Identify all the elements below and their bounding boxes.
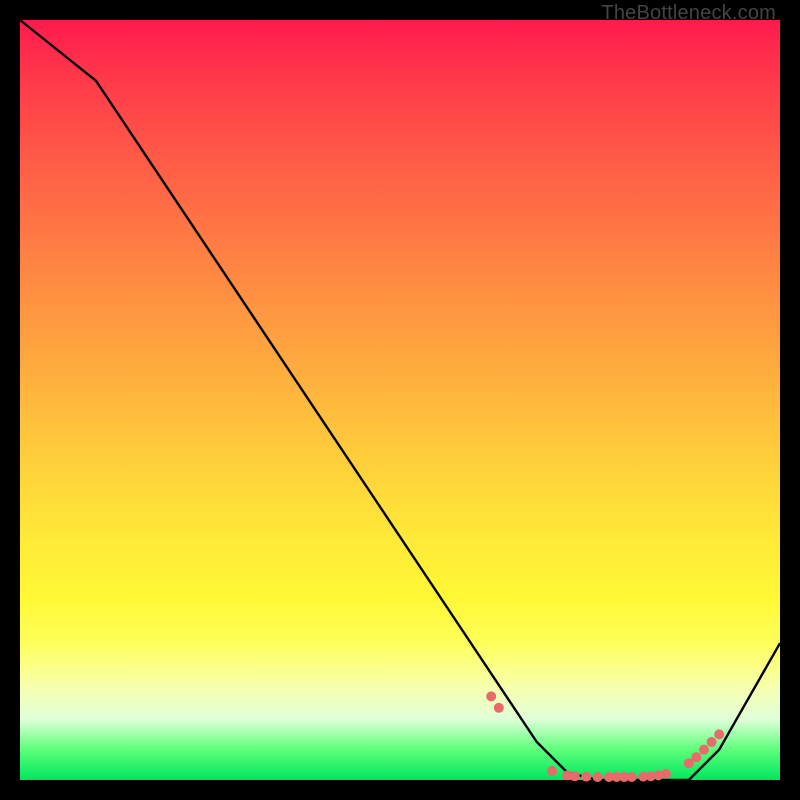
data-marker (486, 691, 496, 701)
data-marker (691, 752, 701, 762)
data-marker (593, 772, 603, 782)
data-marker (547, 766, 557, 776)
chart-svg (20, 20, 780, 780)
data-marker (661, 769, 671, 779)
data-marker (627, 772, 637, 782)
data-marker (494, 703, 504, 713)
marker-group (486, 691, 724, 782)
data-marker (699, 745, 709, 755)
chart-frame: TheBottleneck.com (0, 0, 800, 800)
data-marker (570, 771, 580, 781)
curve-line (20, 20, 780, 780)
data-marker (707, 737, 717, 747)
data-marker (714, 729, 724, 739)
plot-area (20, 20, 780, 780)
data-marker (581, 772, 591, 782)
